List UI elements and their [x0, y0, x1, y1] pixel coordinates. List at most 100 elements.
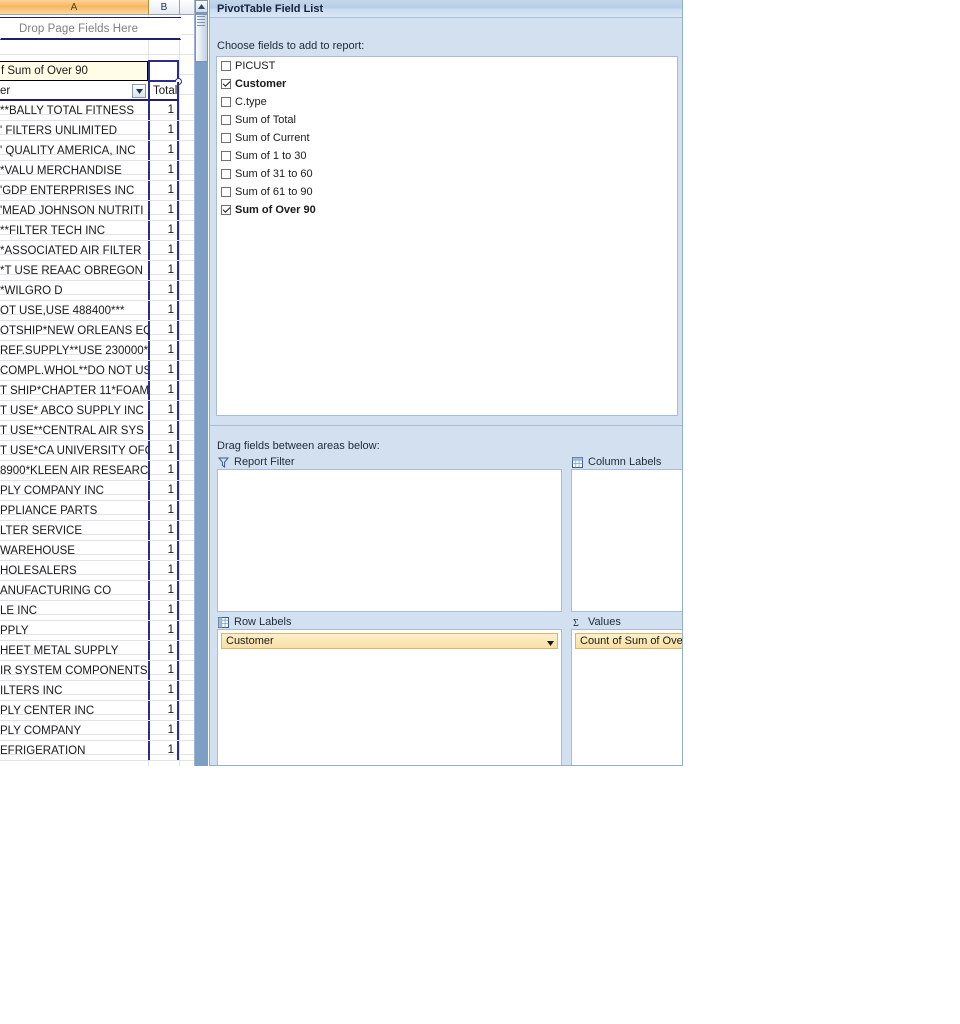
- row-labels-drop-zone[interactable]: Customer: [217, 629, 562, 766]
- row-value-cell[interactable]: 1: [148, 621, 179, 640]
- row-label-cell[interactable]: ANUFACTURING CO: [0, 585, 148, 597]
- row-label-cell[interactable]: *WILGRO D: [0, 285, 148, 297]
- row-label-cell[interactable]: PPLIANCE PARTS: [0, 505, 148, 517]
- table-row[interactable]: HEET METAL SUPPLY1: [0, 641, 194, 661]
- table-row[interactable]: 'MEAD JOHNSON NUTRITI1: [0, 201, 194, 221]
- table-row[interactable]: *ASSOCIATED AIR FILTER1: [0, 241, 194, 261]
- table-row[interactable]: T USE**CENTRAL AIR SYS1: [0, 421, 194, 441]
- field-checkbox[interactable]: [221, 115, 231, 125]
- row-value-cell[interactable]: 1: [148, 381, 179, 400]
- row-value-cell[interactable]: 1: [148, 521, 179, 540]
- value-header-cell[interactable]: f Sum of Over 90: [0, 61, 148, 81]
- row-value-cell[interactable]: 1: [148, 221, 179, 240]
- row-label-cell[interactable]: T USE**CENTRAL AIR SYS: [0, 425, 148, 437]
- table-row[interactable]: 'GDP ENTERPRISES INC1: [0, 181, 194, 201]
- row-value-cell[interactable]: 1: [148, 401, 179, 420]
- row-label-cell[interactable]: *T USE REAAC OBREGON: [0, 265, 148, 277]
- row-value-cell[interactable]: 1: [148, 141, 179, 160]
- row-value-cell[interactable]: 1: [148, 121, 179, 140]
- field-checkbox[interactable]: [221, 205, 231, 215]
- row-labels-header-cell[interactable]: er: [0, 82, 148, 101]
- field-list-item[interactable]: Sum of Current: [217, 129, 677, 147]
- row-label-cell[interactable]: OT USE,USE 488400***: [0, 305, 148, 317]
- total-column-header-cell[interactable]: Total: [148, 82, 179, 101]
- row-label-cell[interactable]: ' FILTERS UNLIMITED: [0, 125, 148, 137]
- field-list-item[interactable]: Sum of 31 to 60: [217, 165, 677, 183]
- table-row[interactable]: **FILTER TECH INC1: [0, 221, 194, 241]
- field-pill-chevron-down-icon[interactable]: [547, 637, 554, 649]
- row-value-cell[interactable]: 1: [148, 501, 179, 520]
- page-fields-drop-area[interactable]: Drop Page Fields Here: [0, 18, 181, 40]
- field-checkbox[interactable]: [221, 133, 231, 143]
- spreadsheet-vertical-scrollbar[interactable]: [194, 0, 208, 766]
- field-list-item[interactable]: Sum of Total: [217, 111, 677, 129]
- table-row[interactable]: ' QUALITY AMERICA, INC1: [0, 141, 194, 161]
- row-value-cell[interactable]: 1: [148, 261, 179, 280]
- table-row[interactable]: ANUFACTURING CO1: [0, 581, 194, 601]
- row-label-cell[interactable]: 'MEAD JOHNSON NUTRITI: [0, 205, 148, 217]
- field-checkbox[interactable]: [221, 187, 231, 197]
- field-pill[interactable]: Customer: [221, 633, 558, 649]
- row-label-cell[interactable]: LTER SERVICE: [0, 525, 148, 537]
- field-list-item[interactable]: Sum of Over 90: [217, 201, 677, 219]
- field-checkbox[interactable]: [221, 151, 231, 161]
- table-row[interactable]: ILTERS INC1: [0, 681, 194, 701]
- table-row[interactable]: **BALLY TOTAL FITNESS1: [0, 101, 194, 121]
- row-labels-filter-dropdown-icon[interactable]: [132, 84, 146, 98]
- row-label-cell[interactable]: T SHIP*CHAPTER 11*FOAMEX: [0, 385, 148, 397]
- table-row[interactable]: LTER SERVICE1: [0, 521, 194, 541]
- row-value-cell[interactable]: 1: [148, 441, 179, 460]
- row-value-cell[interactable]: 1: [148, 341, 179, 360]
- row-value-cell[interactable]: 1: [148, 581, 179, 600]
- row-value-cell[interactable]: 1: [148, 661, 179, 680]
- row-value-cell[interactable]: 1: [148, 201, 179, 220]
- row-value-cell[interactable]: 1: [148, 701, 179, 720]
- row-value-cell[interactable]: 1: [148, 681, 179, 700]
- row-value-cell[interactable]: 1: [148, 561, 179, 580]
- column-header-a[interactable]: A: [0, 0, 149, 15]
- table-row[interactable]: IR SYSTEM COMPONENTS1: [0, 661, 194, 681]
- row-label-cell[interactable]: PLY COMPANY: [0, 725, 148, 737]
- row-value-cell[interactable]: 1: [148, 461, 179, 480]
- active-cell-selection[interactable]: [148, 60, 179, 82]
- row-label-cell[interactable]: COMPL.WHOL**DO NOT USE: [0, 365, 148, 377]
- row-label-cell[interactable]: HEET METAL SUPPLY: [0, 645, 148, 657]
- row-value-cell[interactable]: 1: [148, 421, 179, 440]
- table-row[interactable]: *T USE REAAC OBREGON1: [0, 261, 194, 281]
- row-label-cell[interactable]: PPLY: [0, 625, 148, 637]
- column-header-b[interactable]: B: [149, 0, 180, 15]
- table-row[interactable]: *WILGRO D1: [0, 281, 194, 301]
- row-label-cell[interactable]: **FILTER TECH INC: [0, 225, 148, 237]
- scroll-up-arrow-icon[interactable]: [195, 0, 208, 13]
- table-row[interactable]: PLY COMPANY INC1: [0, 481, 194, 501]
- table-row[interactable]: EFRIGERATION1: [0, 741, 194, 761]
- field-list-item[interactable]: Sum of 61 to 90: [217, 183, 677, 201]
- table-row[interactable]: OTSHIP*NEW ORLEANS EQUIP1: [0, 321, 194, 341]
- table-row[interactable]: REF.SUPPLY**USE 230000*1: [0, 341, 194, 361]
- field-list-item[interactable]: Sum of 1 to 30: [217, 147, 677, 165]
- row-value-cell[interactable]: 1: [148, 361, 179, 380]
- row-label-cell[interactable]: *VALU MERCHANDISE: [0, 165, 148, 177]
- row-label-cell[interactable]: 8900*KLEEN AIR RESEARCH: [0, 465, 148, 477]
- report-filter-drop-zone[interactable]: [217, 469, 562, 612]
- table-row[interactable]: PPLIANCE PARTS1: [0, 501, 194, 521]
- row-value-cell[interactable]: 1: [148, 181, 179, 200]
- row-value-cell[interactable]: 1: [148, 301, 179, 320]
- row-label-cell[interactable]: OTSHIP*NEW ORLEANS EQUIP: [0, 325, 148, 337]
- row-value-cell[interactable]: 1: [148, 641, 179, 660]
- column-header-c[interactable]: [180, 0, 194, 15]
- column-labels-drop-zone[interactable]: [571, 469, 683, 612]
- row-label-cell[interactable]: 'GDP ENTERPRISES INC: [0, 185, 148, 197]
- table-row[interactable]: 8900*KLEEN AIR RESEARCH1: [0, 461, 194, 481]
- row-value-cell[interactable]: 1: [148, 741, 179, 760]
- table-row[interactable]: LE INC1: [0, 601, 194, 621]
- table-row[interactable]: HOLESALERS1: [0, 561, 194, 581]
- row-label-cell[interactable]: WAREHOUSE: [0, 545, 148, 557]
- field-checkbox[interactable]: [221, 79, 231, 89]
- row-label-cell[interactable]: PLY COMPANY INC: [0, 485, 148, 497]
- table-row[interactable]: COMPL.WHOL**DO NOT USE1: [0, 361, 194, 381]
- row-value-cell[interactable]: 1: [148, 281, 179, 300]
- row-label-cell[interactable]: IR SYSTEM COMPONENTS: [0, 665, 148, 677]
- row-value-cell[interactable]: 1: [148, 541, 179, 560]
- row-value-cell[interactable]: 1: [148, 241, 179, 260]
